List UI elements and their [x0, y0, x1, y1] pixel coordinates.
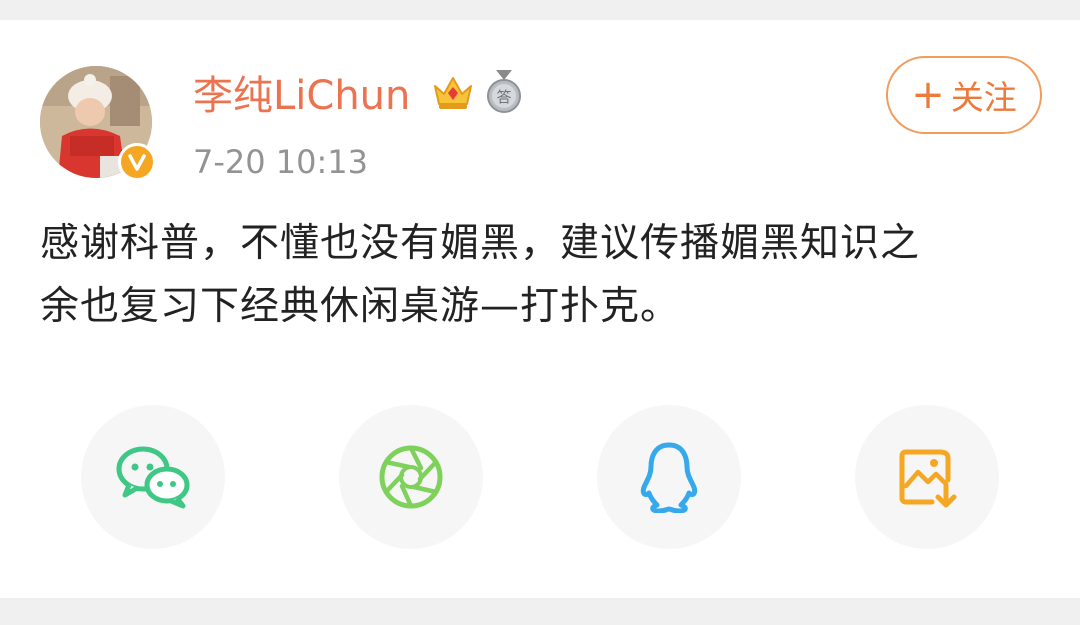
- post-card: 李纯LiChun 答 7-20 10:13 + 关注 感谢科普，不懂也没有媚黑，…: [0, 20, 1080, 598]
- share-moments-button[interactable]: [339, 405, 483, 549]
- follow-label: 关注: [950, 78, 1017, 117]
- wechat-icon: [116, 446, 190, 509]
- username[interactable]: 李纯LiChun: [193, 72, 410, 120]
- qq-penguin-icon: [640, 442, 698, 513]
- answer-badge-icon: 答: [487, 70, 521, 113]
- post-text: 感谢科普，不懂也没有媚黑，建议传播媚黑知识之 余也复习下经典休闲桌游—打扑克。: [40, 212, 1040, 338]
- bottom-divider: [0, 598, 1080, 625]
- post-timestamp: 7-20 10:13: [193, 143, 369, 181]
- plus-icon: +: [911, 72, 945, 118]
- save-image-icon: [899, 449, 957, 508]
- share-wechat-button[interactable]: [81, 405, 225, 549]
- top-divider: [0, 0, 1080, 20]
- answer-badge-text: 答: [496, 88, 511, 106]
- save-image-button[interactable]: [855, 405, 999, 549]
- user-badges: 答: [431, 70, 523, 114]
- follow-button[interactable]: + 关注: [886, 56, 1042, 134]
- crown-badge-icon: [434, 77, 472, 109]
- moments-aperture-icon: [379, 445, 443, 509]
- share-qq-button[interactable]: [597, 405, 741, 549]
- post-text-line: 余也复习下经典休闲桌游—打扑克。: [40, 284, 681, 329]
- post-text-line: 感谢科普，不懂也没有媚黑，建议传播媚黑知识之: [40, 221, 921, 266]
- verified-v-icon: [128, 154, 146, 171]
- verified-badge: [118, 143, 156, 181]
